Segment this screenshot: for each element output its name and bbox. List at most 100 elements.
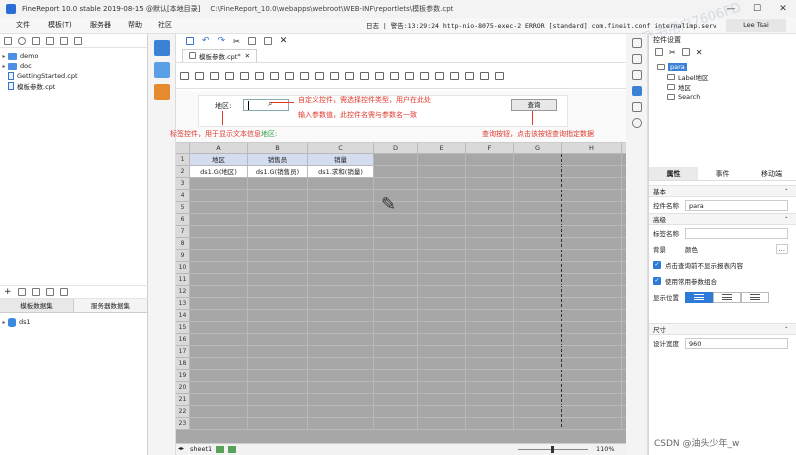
row-header[interactable]: 5 bbox=[176, 202, 190, 214]
add-poly-sheet-icon[interactable] bbox=[228, 446, 236, 453]
tree-item-gettingstarted[interactable]: GettingStarted.cpt bbox=[0, 71, 147, 81]
edit-icon[interactable] bbox=[17, 288, 26, 296]
row-header[interactable]: 21 bbox=[176, 394, 190, 406]
format-tool-icon[interactable] bbox=[240, 71, 249, 80]
close-window-button[interactable]: ✕ bbox=[770, 0, 796, 18]
data-cell[interactable]: ds1.G(销售员) bbox=[248, 166, 308, 178]
format-tool-icon[interactable] bbox=[270, 71, 279, 80]
column-header[interactable]: F bbox=[466, 143, 514, 154]
copy-icon[interactable] bbox=[655, 48, 663, 56]
format-tool-icon[interactable] bbox=[495, 71, 504, 80]
format-tool-icon[interactable] bbox=[225, 71, 234, 80]
widget-settings-icon[interactable] bbox=[631, 38, 642, 48]
row-header[interactable]: 18 bbox=[176, 358, 190, 370]
row-header[interactable]: 12 bbox=[176, 286, 190, 298]
cell-element-icon[interactable] bbox=[631, 70, 642, 80]
tab-template-dataset[interactable]: 模板数据集 bbox=[0, 299, 74, 312]
row-header[interactable]: 10 bbox=[176, 262, 190, 274]
paste-icon[interactable] bbox=[74, 36, 82, 45]
widget-settings-active-icon[interactable] bbox=[631, 86, 642, 96]
delete-icon[interactable]: ✕ bbox=[280, 36, 288, 46]
format-tool-icon[interactable] bbox=[180, 71, 189, 80]
template-icon[interactable] bbox=[153, 40, 170, 56]
query-button[interactable]: 查询 bbox=[511, 99, 557, 111]
tab-mobile[interactable]: 移动端 bbox=[747, 167, 796, 180]
row-header[interactable]: 14 bbox=[176, 310, 190, 322]
header-cell[interactable]: 销售员 bbox=[248, 154, 308, 166]
tag-name-input[interactable] bbox=[685, 227, 788, 239]
widget-tree-para[interactable]: para bbox=[657, 62, 788, 72]
report-sheet[interactable]: ABCDEFGHI1234567891011121314151617181920… bbox=[176, 143, 640, 455]
paste-icon[interactable] bbox=[681, 48, 690, 56]
connection-icon[interactable] bbox=[59, 288, 68, 296]
tree-item-demo[interactable]: ▸ demo bbox=[0, 51, 147, 61]
menu-file[interactable]: 文件 bbox=[16, 20, 30, 30]
format-tool-icon[interactable] bbox=[315, 71, 324, 80]
chart-icon[interactable] bbox=[153, 84, 170, 100]
hyperlink-icon[interactable] bbox=[631, 118, 642, 128]
design-width-input[interactable]: 960 bbox=[685, 337, 788, 349]
row-header[interactable]: 22 bbox=[176, 406, 190, 418]
row-header[interactable]: 6 bbox=[176, 214, 190, 226]
expand-icon[interactable]: ▸ bbox=[0, 53, 8, 60]
format-tool-icon[interactable] bbox=[345, 71, 354, 80]
row-header[interactable]: 9 bbox=[176, 250, 190, 262]
tree-item-doc[interactable]: ▸ doc bbox=[0, 61, 147, 71]
column-header[interactable]: E bbox=[418, 143, 466, 154]
format-tool-icon[interactable] bbox=[285, 71, 294, 80]
menu-community[interactable]: 社区 bbox=[158, 20, 172, 30]
column-header[interactable]: D bbox=[374, 143, 418, 154]
more-button[interactable]: … bbox=[775, 244, 788, 254]
select-all-corner[interactable] bbox=[176, 143, 190, 154]
column-header[interactable]: H bbox=[562, 143, 622, 154]
control-name-input[interactable]: para bbox=[685, 199, 788, 211]
row-header[interactable]: 19 bbox=[176, 370, 190, 382]
align-left-button[interactable] bbox=[685, 291, 713, 303]
format-tool-icon[interactable] bbox=[420, 71, 429, 80]
checkbox-checked-icon[interactable]: ✓ bbox=[653, 261, 661, 269]
tab-attributes[interactable]: 属性 bbox=[649, 167, 698, 180]
format-tool-icon[interactable] bbox=[300, 71, 309, 80]
row-header[interactable]: 17 bbox=[176, 346, 190, 358]
paste-icon[interactable] bbox=[263, 37, 272, 45]
column-header[interactable]: B bbox=[248, 143, 308, 154]
section-size[interactable]: 尺寸 ˆ bbox=[649, 323, 796, 335]
format-tool-icon[interactable] bbox=[255, 71, 264, 80]
align-right-button[interactable] bbox=[741, 291, 769, 303]
add-sheet-icon[interactable] bbox=[216, 446, 224, 453]
tab-close-icon[interactable]: ✕ bbox=[245, 52, 250, 60]
section-basic[interactable]: 基本 ˆ bbox=[649, 185, 796, 197]
tab-server-dataset[interactable]: 服务器数据集 bbox=[74, 299, 148, 312]
data-cell[interactable]: ds1.求和(销量) bbox=[308, 166, 374, 178]
region-input[interactable]: ⌕ bbox=[243, 99, 289, 111]
tab-events[interactable]: 事件 bbox=[698, 167, 747, 180]
tab-template-params[interactable]: 模板参数.cpt * ✕ bbox=[182, 48, 258, 62]
checkbox-checked-icon[interactable]: ✓ bbox=[653, 277, 661, 285]
copy-icon[interactable] bbox=[46, 36, 54, 45]
zoom-thumb[interactable] bbox=[551, 446, 554, 453]
widget-tree-region[interactable]: 地区 bbox=[657, 82, 788, 92]
chk-hide-before-query[interactable]: ✓ 点击查询前不显示报表内容 bbox=[649, 257, 796, 273]
redo-icon[interactable]: ↷ bbox=[218, 36, 226, 46]
new-folder-icon[interactable] bbox=[4, 36, 12, 45]
menu-help[interactable]: 帮助 bbox=[128, 20, 142, 30]
column-header[interactable]: C bbox=[308, 143, 374, 154]
row-header[interactable]: 7 bbox=[176, 226, 190, 238]
delete-dataset-icon[interactable] bbox=[31, 288, 40, 296]
cut-icon[interactable]: ✂ bbox=[233, 37, 240, 46]
header-cell[interactable]: 销量 bbox=[308, 154, 374, 166]
undo-icon[interactable]: ↶ bbox=[202, 36, 210, 46]
expand-icon[interactable]: ▸ bbox=[0, 319, 8, 326]
format-tool-icon[interactable] bbox=[360, 71, 369, 80]
row-header[interactable]: 15 bbox=[176, 322, 190, 334]
row-header[interactable]: 8 bbox=[176, 238, 190, 250]
cell-attr-icon[interactable] bbox=[631, 54, 642, 64]
format-tool-icon[interactable] bbox=[330, 71, 339, 80]
row-header[interactable]: 13 bbox=[176, 298, 190, 310]
cut-icon[interactable]: ✂ bbox=[669, 48, 676, 57]
menu-server[interactable]: 服务器 bbox=[90, 20, 111, 30]
sheet-tab[interactable]: sheet1 bbox=[190, 445, 212, 453]
sheet-nav-icon[interactable]: ◂▸ bbox=[178, 445, 184, 452]
row-header[interactable]: 20 bbox=[176, 382, 190, 394]
row-header[interactable]: 16 bbox=[176, 334, 190, 346]
